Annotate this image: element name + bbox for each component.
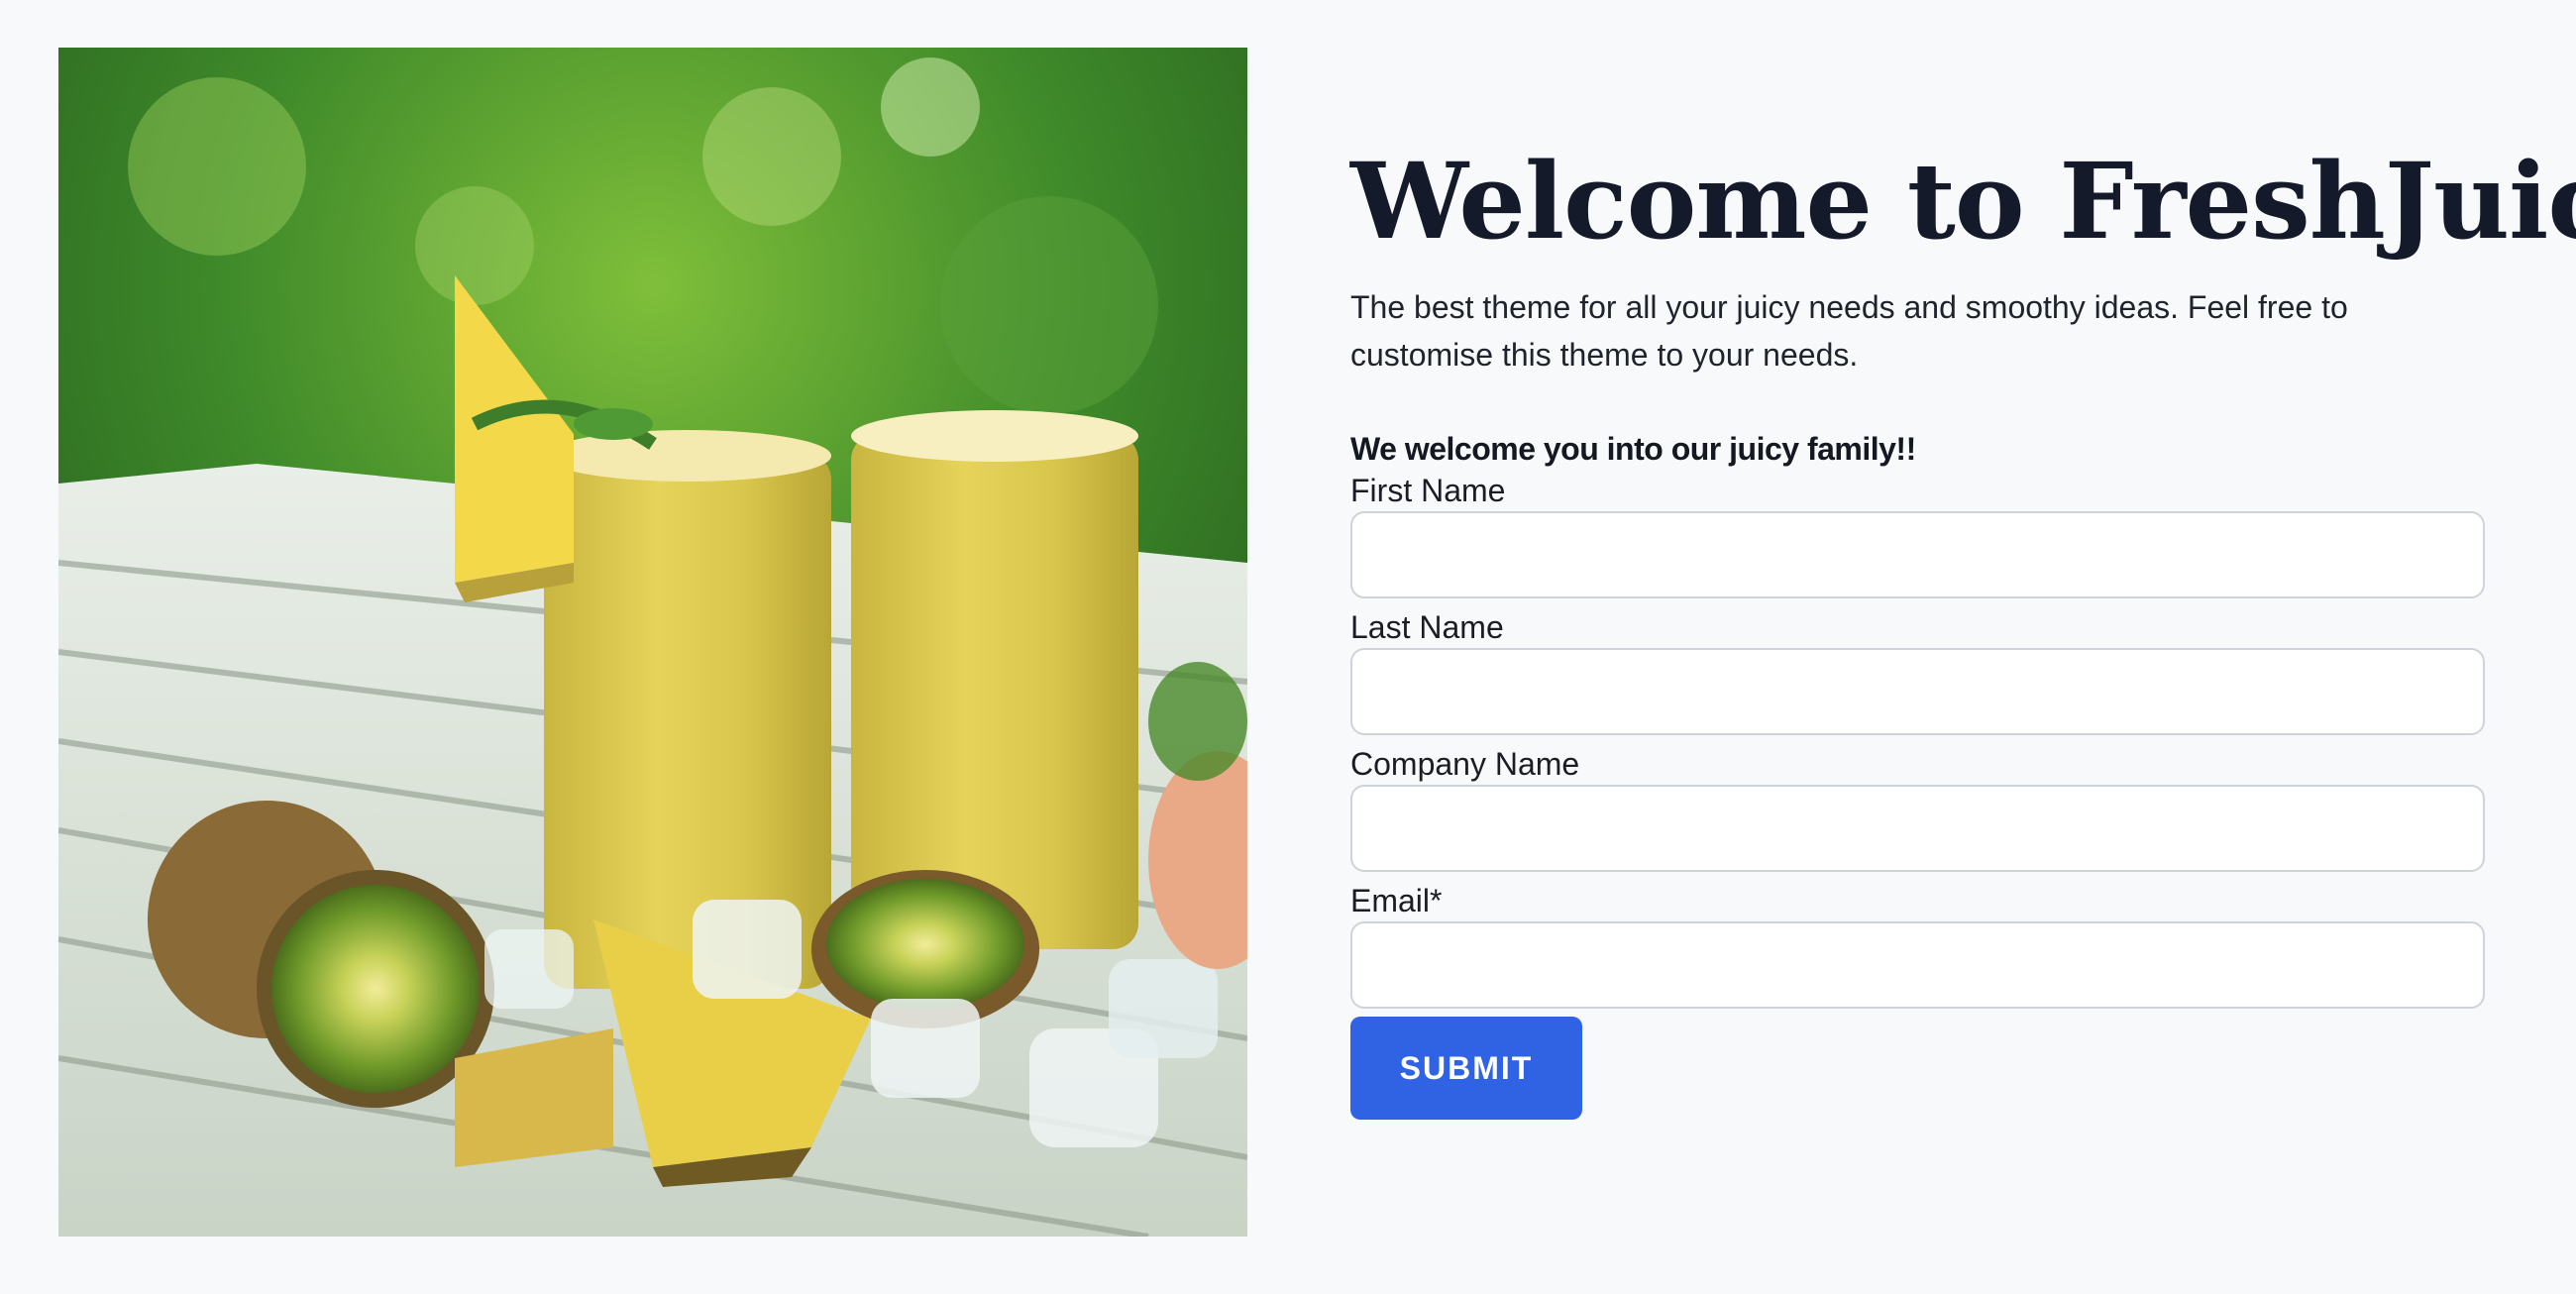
company-name-input[interactable]	[1350, 785, 2485, 872]
hero-smoothie-image	[58, 48, 1247, 1237]
landing-page: Welcome to FreshJuice The best theme for…	[0, 0, 2576, 1294]
last-name-input[interactable]	[1350, 648, 2485, 735]
company-name-label: Company Name	[1350, 746, 1580, 782]
form-heading: We welcome you into our juicy family!!	[1350, 431, 1916, 467]
email-field-group: Email*	[1350, 880, 2485, 1009]
last-name-label: Last Name	[1350, 609, 1504, 645]
first-name-field-group: First Name	[1350, 470, 2485, 598]
page-title: Welcome to FreshJuice	[1350, 139, 2576, 263]
submit-button[interactable]: SUBMIT	[1350, 1017, 1582, 1120]
last-name-field-group: Last Name	[1350, 606, 2485, 735]
company-name-field-group: Company Name	[1350, 743, 2485, 872]
intro-text: The best theme for all your juicy needs …	[1350, 289, 2348, 373]
first-name-input[interactable]	[1350, 511, 2485, 598]
signup-form: We welcome you into our juicy family!! F…	[1350, 428, 2485, 1120]
welcome-content: Welcome to FreshJuice The best theme for…	[1350, 139, 2576, 1120]
email-label: Email*	[1350, 883, 1443, 918]
email-input[interactable]	[1350, 921, 2485, 1009]
first-name-label: First Name	[1350, 473, 1506, 508]
